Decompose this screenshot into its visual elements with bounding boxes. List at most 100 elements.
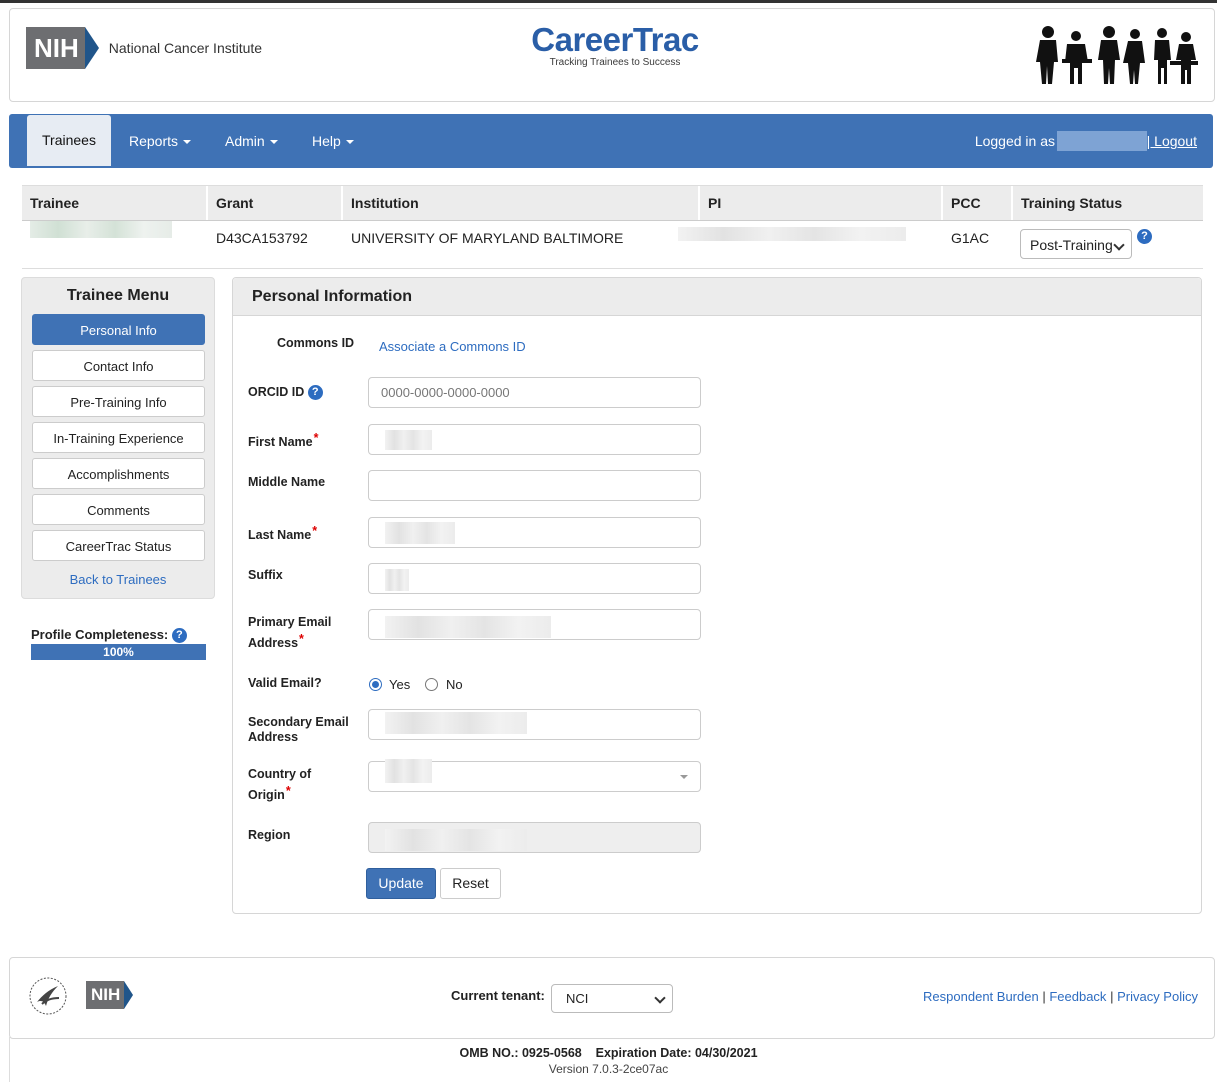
institute-name: National Cancer Institute [108,40,263,56]
suffix-value-redacted [385,569,409,591]
region-value-redacted [385,829,527,851]
commons-id-label: Commons ID [277,336,355,350]
col-institution: Institution [343,186,700,220]
site-header: NIH National Cancer Institute CareerTrac… [9,8,1215,102]
region-label: Region [248,828,291,842]
associate-commons-id-link[interactable]: Associate a Commons ID [379,339,526,354]
back-to-trainees-link[interactable]: Back to Trainees [22,572,214,587]
nav-admin-dropdown[interactable]: Admin [225,114,278,168]
cell-grant: D43CA153792 [216,230,308,246]
nav-reports-dropdown[interactable]: Reports [129,114,192,168]
footer-nih-logo[interactable]: NIH [86,981,134,1009]
respondent-burden-link[interactable]: Respondent Burden [923,989,1039,1004]
nav-help-dropdown[interactable]: Help [312,114,354,168]
menu-item-comments[interactable]: Comments [32,494,205,525]
middle-name-label: Middle Name [248,475,326,489]
nih-logo[interactable]: NIH National Cancer Institute [26,27,262,69]
logout-link[interactable]: | Logout [1147,114,1197,168]
first-name-value-redacted [385,430,432,450]
update-button[interactable]: Update [366,868,436,899]
orcid-id-input[interactable]: 0000-0000-0000-0000 [368,377,701,408]
reset-button[interactable]: Reset [440,868,501,899]
trainee-menu: Trainee Menu Personal Info Contact Info … [21,277,215,599]
col-pcc: PCC [943,186,1013,220]
nav-help-label: Help [312,133,341,149]
required-mark: * [313,431,319,445]
link-separator: | [1042,989,1046,1004]
help-icon[interactable]: ? [307,385,323,401]
profile-completeness-bar: 100% [31,644,206,660]
valid-email-label: Valid Email? [248,676,322,690]
trainees-silhouette-icon [1036,26,1198,84]
feedback-link[interactable]: Feedback [1049,989,1106,1004]
table-divider [22,268,1203,269]
nav-admin-label: Admin [225,133,265,149]
footer-links: Respondent Burden | Feedback | Privacy P… [923,989,1198,1004]
chevron-down-icon [1113,239,1125,251]
valid-email-yes-label: Yes [389,677,411,692]
training-status-select[interactable]: Post-Training [1020,229,1132,259]
trainee-name-redacted [30,221,172,238]
site-footer: NIH Current tenant: NCI Respondent Burde… [9,957,1215,1039]
valid-email-yes-radio[interactable] [369,678,382,691]
menu-item-accomplishments[interactable]: Accomplishments [32,458,205,489]
middle-name-input[interactable] [368,470,701,501]
menu-item-in-training-experience[interactable]: In-Training Experience [32,422,205,453]
country-of-origin-label-line2: Origin* [248,784,291,806]
tenant-value: NCI [566,991,589,1006]
last-name-label: Last Name* [248,524,318,546]
required-mark: * [299,632,304,646]
main-navbar: Trainees Reports Admin Help Logged in as… [9,114,1213,168]
valid-email-no-label: No [446,677,463,692]
training-status-value: Post-Training [1030,237,1113,253]
suffix-input[interactable] [368,563,701,594]
tenant-select[interactable]: NCI [551,984,673,1013]
required-mark: * [312,524,318,538]
caret-down-icon [183,140,192,145]
omb-number: OMB NO.: 0925-0568 Expiration Date: 04/3… [459,1046,758,1060]
panel-title: Personal Information [252,288,413,305]
footer-nih-logo-text: NIH [86,981,125,1009]
nav-reports-label: Reports [129,133,179,149]
panel-header: Personal Information [233,278,1201,316]
orcid-id-label-text: ORCID ID [248,385,305,399]
cell-institution: UNIVERSITY OF MARYLAND BALTIMORE [351,230,624,246]
app-title: CareerTrac [531,21,699,58]
menu-item-contact-info[interactable]: Contact Info [32,350,205,381]
caret-down-icon [680,775,688,779]
primary-email-label-line2: Address* [248,632,304,654]
country-value-redacted [385,759,432,783]
last-name-value-redacted [385,522,455,544]
privacy-policy-link[interactable]: Privacy Policy [1117,989,1198,1004]
country-of-origin-label: Country of [248,767,312,781]
help-icon[interactable]: ? [1137,229,1152,244]
nih-logo-text: NIH [26,27,85,69]
valid-email-no-radio[interactable] [425,678,438,691]
caret-down-icon [345,140,354,145]
menu-item-personal-info[interactable]: Personal Info [32,314,205,345]
col-grant: Grant [208,186,343,220]
menu-item-pre-training-info[interactable]: Pre-Training Info [32,386,205,417]
careertrac-logo[interactable]: CareerTrac Tracking Trainees to Success [500,23,730,69]
current-tenant-label: Current tenant: [451,988,545,1003]
hhs-eagle-icon [29,977,67,1015]
primary-email-label-text: Address [248,636,299,650]
trainee-menu-title: Trainee Menu [66,287,170,304]
secondary-email-label-line2: Address [248,730,299,744]
personal-info-panel: Personal Information [232,277,1202,914]
required-mark: * [285,784,291,798]
nih-chevron-icon [124,981,134,1009]
orcid-id-label: ORCID ID ? [248,382,323,403]
caret-down-icon [269,140,278,145]
app-tagline: Tracking Trainees to Success [549,57,681,68]
primary-email-label: Primary Email [248,615,332,629]
col-pi: PI [700,186,943,220]
first-name-label: First Name* [248,431,319,453]
nav-trainees[interactable]: Trainees [27,115,111,166]
top-border [0,0,1217,3]
col-training-status: Training Status [1021,195,1123,211]
menu-item-careertrac-status[interactable]: CareerTrac Status [32,530,205,561]
logged-in-label: Logged in as [974,133,1055,149]
help-icon[interactable]: ? [171,628,187,644]
profile-completeness-text: Profile Completeness: [31,627,169,642]
